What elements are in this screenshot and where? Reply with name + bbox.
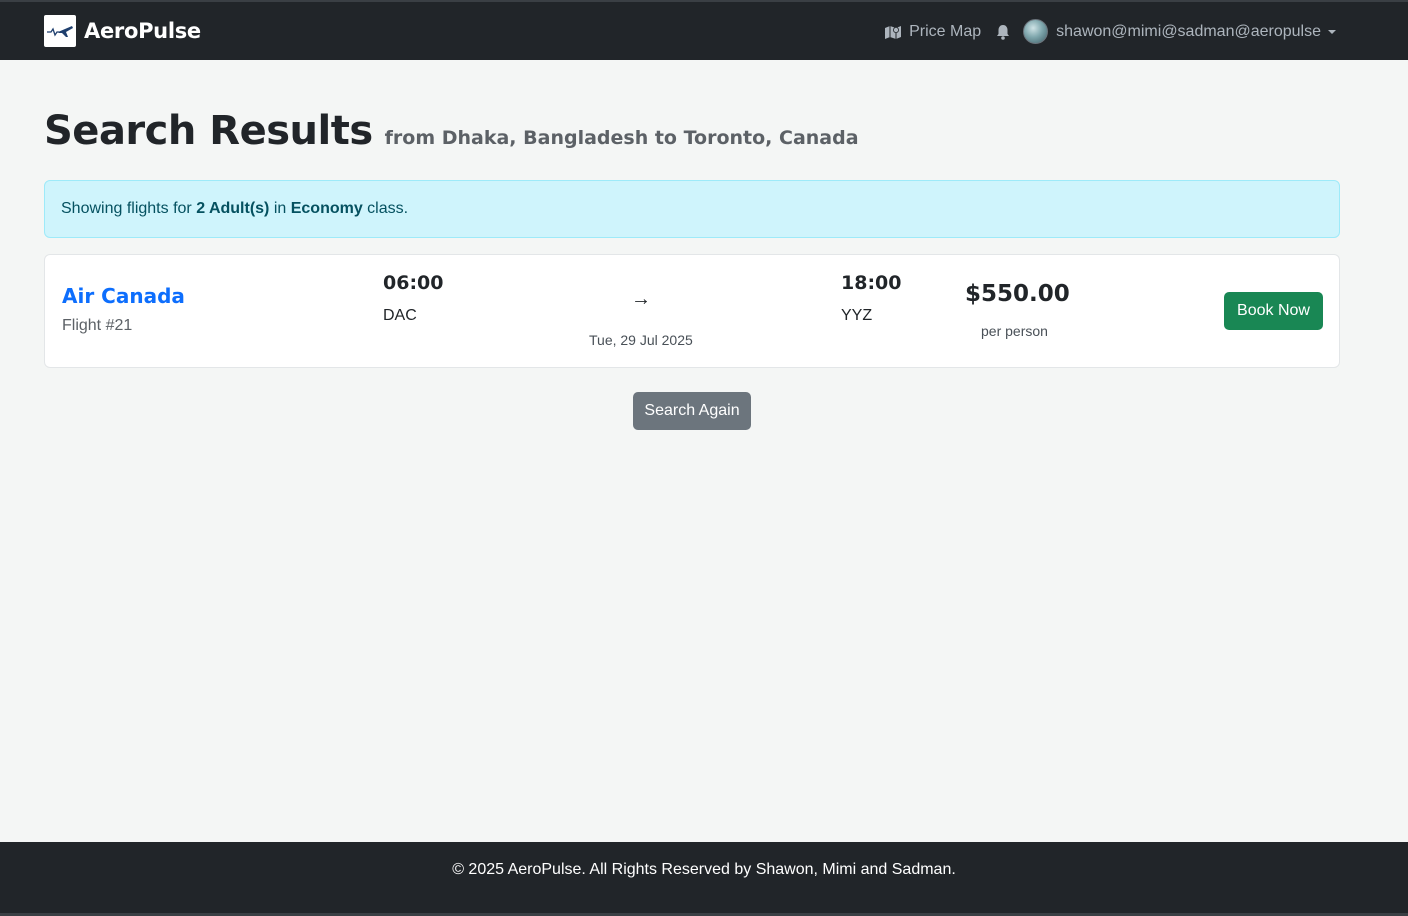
top-navbar: AeroPulse Price Map shawon@mimi@sadman@a… bbox=[0, 0, 1408, 60]
alert-suffix: class. bbox=[362, 200, 409, 217]
flight-date: Tue, 29 Jul 2025 bbox=[589, 332, 693, 348]
page-subtitle: from Dhaka, Bangladesh to Toronto, Canad… bbox=[384, 127, 859, 149]
alert-middle: in bbox=[269, 200, 291, 217]
user-dropdown[interactable]: shawon@mimi@sadman@aeropulse bbox=[1023, 19, 1336, 44]
page-footer: © 2025 AeroPulse. All Rights Reserved by… bbox=[0, 842, 1408, 916]
brand-link[interactable]: AeroPulse bbox=[44, 15, 201, 47]
user-email: shawon@mimi@sadman@aeropulse bbox=[1056, 22, 1321, 40]
page-title: Search Results bbox=[44, 108, 373, 154]
alert-cabin-class: Economy bbox=[290, 200, 363, 217]
airline-name[interactable]: Air Canada bbox=[62, 284, 185, 308]
map-icon bbox=[885, 25, 902, 39]
search-again-button[interactable]: Search Again bbox=[633, 392, 751, 430]
alert-prefix: Showing flights for bbox=[61, 200, 197, 217]
departure-time: 06:00 bbox=[383, 272, 444, 294]
plane-logo-icon bbox=[44, 15, 76, 47]
page-header: Search Results from Dhaka, Bangladesh to… bbox=[44, 108, 859, 154]
avatar bbox=[1023, 19, 1049, 44]
departure-airport-code: DAC bbox=[383, 307, 417, 324]
route-arrow-icon: → bbox=[631, 288, 651, 310]
alert-passengers: 2 Adult(s) bbox=[196, 200, 270, 217]
footer-text: © 2025 AeroPulse. All Rights Reserved by… bbox=[452, 861, 956, 878]
price-map-label: Price Map bbox=[909, 22, 982, 40]
bell-icon bbox=[997, 24, 1010, 40]
brand-name: AeroPulse bbox=[84, 19, 201, 43]
nav-right: Price Map shawon@mimi@sadman@aeropulse bbox=[884, 19, 1336, 44]
search-info-alert: Showing flights for 2 Adult(s) in Econom… bbox=[44, 180, 1340, 238]
notifications-button[interactable] bbox=[996, 24, 1010, 40]
price-unit: per person bbox=[981, 323, 1048, 339]
arrival-airport-code: YYZ bbox=[841, 307, 873, 324]
arrival-time: 18:00 bbox=[841, 272, 902, 294]
flight-price: $550.00 bbox=[965, 281, 1070, 307]
caret-down-icon bbox=[1328, 29, 1336, 34]
flight-result-card: Air Canada Flight #21 06:00 DAC → Tue, 2… bbox=[44, 254, 1340, 368]
flight-number: Flight #21 bbox=[62, 317, 133, 334]
book-now-button[interactable]: Book Now bbox=[1224, 292, 1323, 330]
price-map-link[interactable]: Price Map bbox=[884, 23, 981, 41]
